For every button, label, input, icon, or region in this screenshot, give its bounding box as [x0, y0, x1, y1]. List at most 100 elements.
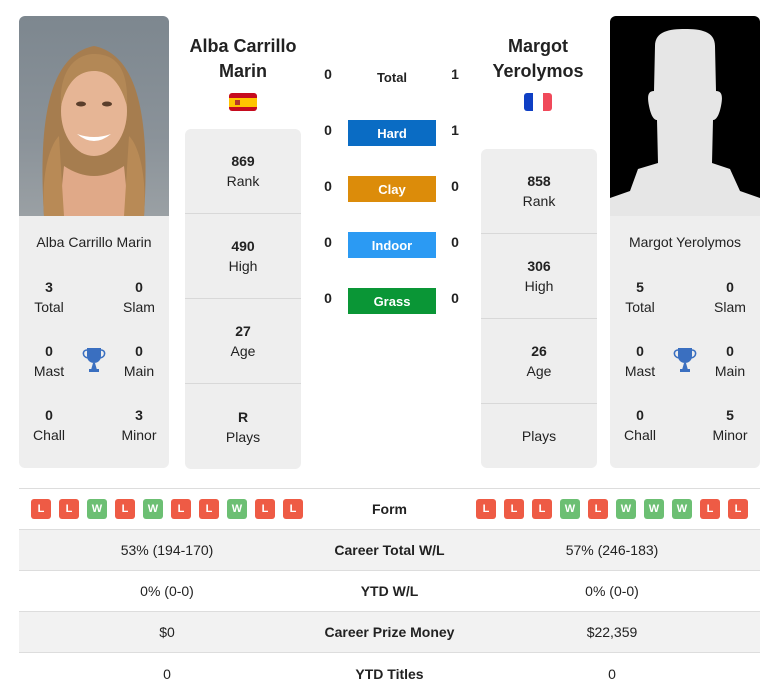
h2h-hard-player2: 1	[451, 122, 459, 138]
label: Rank	[522, 193, 556, 209]
h2h-indoor-label[interactable]: Indoor	[348, 232, 436, 258]
h2h-hard-player1: 0	[324, 122, 332, 138]
h2h-total-player1: 0	[324, 66, 332, 82]
form-badge-loss[interactable]: L	[700, 499, 720, 519]
player1-card-name: Alba Carrillo Marin	[36, 234, 152, 250]
h2h-indoor-player1: 0	[324, 234, 332, 250]
table-row: 53% (194-170) Career Total W/L 57% (246-…	[19, 530, 760, 571]
player2-value: 0% (0-0)	[585, 583, 639, 599]
france-flag-icon	[524, 93, 552, 111]
label: Age	[526, 363, 552, 379]
form-badge-loss[interactable]: L	[588, 499, 608, 519]
player2-age: 26 Age	[481, 319, 597, 404]
value: 27	[235, 323, 251, 339]
player1-titles-minor: 3 Minor	[109, 405, 169, 445]
h2h-clay-label[interactable]: Clay	[348, 176, 436, 202]
player1-portrait-icon	[42, 46, 146, 216]
form-badge-loss[interactable]: L	[59, 499, 79, 519]
form-badge-win[interactable]: W	[560, 499, 580, 519]
h2h-hard-label[interactable]: Hard	[348, 120, 436, 146]
h2h-clay-player1: 0	[324, 178, 332, 194]
h2h-clay-player2: 0	[451, 178, 459, 194]
row-label: Career Prize Money	[324, 624, 455, 640]
player2-name[interactable]: Margot Yerolymos	[473, 34, 603, 84]
player2-titles-total: 5 Total	[610, 277, 670, 317]
row-label: YTD W/L	[360, 583, 419, 599]
form-badge-loss[interactable]: L	[504, 499, 524, 519]
player2-rank: 858 Rank	[481, 149, 597, 234]
player2-photo	[610, 16, 760, 216]
form-badge-loss[interactable]: L	[31, 499, 51, 519]
form-badge-loss[interactable]: L	[476, 499, 496, 519]
player-silhouette-icon	[610, 29, 760, 216]
player1-value: $0	[159, 624, 175, 640]
form-badge-loss[interactable]: L	[199, 499, 219, 519]
value: 0	[45, 407, 53, 423]
form-badge-loss[interactable]: L	[728, 499, 748, 519]
h2h-total-label: Total	[376, 69, 408, 85]
comparison-table: LLWLWLLWLL Form LLLWLWWWLL 53% (194-170)…	[19, 488, 760, 694]
player1-photo	[19, 16, 169, 216]
label: Minor	[121, 427, 157, 443]
player2-form: LLLWLWWWLL	[464, 499, 760, 519]
table-row: 0 YTD Titles 0	[19, 653, 760, 694]
value: 26	[531, 343, 547, 359]
form-badge-win[interactable]: W	[227, 499, 247, 519]
player2-titles-slam: 0 Slam	[700, 277, 760, 317]
player1-value: 0% (0-0)	[140, 583, 194, 599]
form-badge-loss[interactable]: L	[255, 499, 275, 519]
label: Chall	[33, 427, 65, 443]
player1-titles-main: 0 Main	[109, 341, 169, 381]
h2h-grass-player1: 0	[324, 290, 332, 306]
label: Plays	[521, 428, 557, 444]
label: Plays	[225, 428, 261, 445]
player1-titles-card: Alba Carrillo Marin 3 Total 0 Slam 0 Mas…	[19, 216, 169, 468]
value: 0	[726, 343, 734, 359]
form-badge-loss[interactable]: L	[171, 499, 191, 519]
h2h-grass-label[interactable]: Grass	[348, 288, 436, 314]
form-badge-loss[interactable]: L	[115, 499, 135, 519]
form-badge-loss[interactable]: L	[532, 499, 552, 519]
player1-titles-total: 3 Total	[19, 277, 79, 317]
player1-value: 53% (194-170)	[120, 542, 214, 558]
player1-titles-mast: 0 Mast	[19, 341, 79, 381]
player1-plays: R Plays	[185, 384, 301, 469]
value: 306	[527, 258, 551, 274]
form-label: Form	[372, 501, 407, 517]
player1-name[interactable]: Alba Carrillo Marin	[178, 34, 308, 84]
trophy-icon	[673, 347, 697, 373]
form-badge-win[interactable]: W	[672, 499, 692, 519]
h2h-total-player2: 1	[451, 66, 459, 82]
value: 3	[135, 407, 143, 423]
value: 0	[636, 343, 644, 359]
player1-info-panel: 869 Rank 490 High 27 Age R Plays	[185, 129, 301, 469]
player1-form: LLWLWLLWLL	[19, 499, 315, 519]
value: 490	[231, 238, 255, 254]
value: 5	[726, 407, 734, 423]
label: Total	[625, 299, 655, 315]
player2-titles-card: Margot Yerolymos 5 Total 0 Slam 0 Mast 0…	[610, 216, 760, 468]
value: 869	[231, 153, 255, 169]
player1-age: 27 Age	[185, 299, 301, 384]
player1-rank: 869 Rank	[185, 129, 301, 214]
value: 858	[527, 173, 551, 189]
label: Mast	[33, 363, 65, 379]
player1-value: 0	[163, 665, 171, 682]
player2-card-name: Margot Yerolymos	[628, 234, 742, 250]
label: Chall	[624, 427, 656, 443]
player1-titles-slam: 0 Slam	[109, 277, 169, 317]
label: Age	[230, 343, 256, 359]
label: Slam	[714, 299, 746, 315]
spain-flag-icon	[229, 93, 257, 111]
value: 0	[726, 279, 734, 295]
form-row: LLWLWLLWLL Form LLLWLWWWLL	[19, 489, 760, 530]
player2-titles-chall: 0 Chall	[610, 405, 670, 445]
form-badge-win[interactable]: W	[87, 499, 107, 519]
form-badge-win[interactable]: W	[616, 499, 636, 519]
value: 0	[135, 343, 143, 359]
player2-value: 57% (246-183)	[565, 542, 659, 558]
form-badge-win[interactable]: W	[644, 499, 664, 519]
form-badge-win[interactable]: W	[143, 499, 163, 519]
form-badge-loss[interactable]: L	[283, 499, 303, 519]
table-row: $0 Career Prize Money $22,359	[19, 612, 760, 653]
